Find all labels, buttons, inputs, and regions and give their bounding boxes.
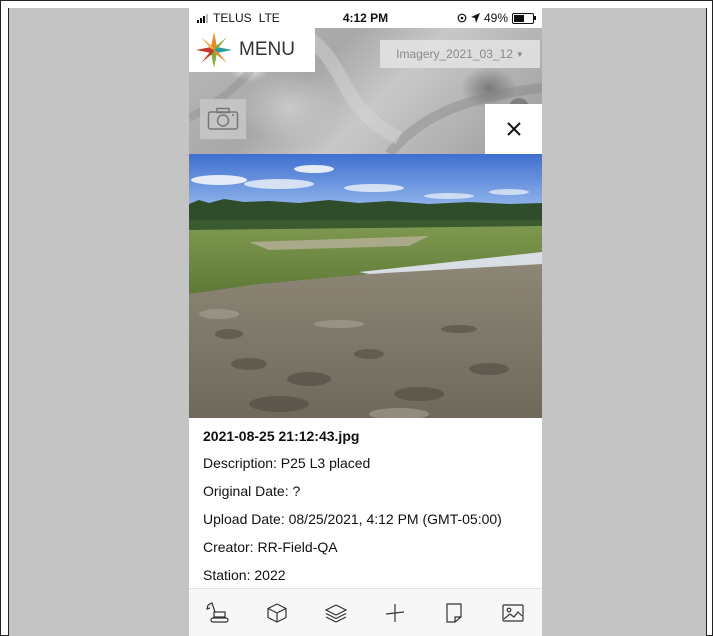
photo-original-date: Original Date: ? bbox=[203, 483, 301, 499]
photo-details: 2021-08-25 21:12:43.jpg Description: P25… bbox=[189, 418, 542, 588]
excavator-icon bbox=[206, 602, 230, 623]
site-photo[interactable] bbox=[189, 154, 542, 418]
toolbar-survey-button[interactable] bbox=[380, 598, 410, 628]
orientation-lock-icon bbox=[457, 13, 467, 23]
battery-percent: 49% bbox=[483, 11, 508, 25]
photo-image bbox=[189, 154, 542, 418]
menu-label: MENU bbox=[239, 39, 295, 60]
toolbar-layers-button[interactable] bbox=[321, 598, 351, 628]
photo-station: Station: 2022 bbox=[203, 567, 286, 583]
photo-description: Description: P25 L3 placed bbox=[203, 455, 371, 471]
camera-icon bbox=[207, 107, 239, 130]
status-bar: TELUS LTE 4:12 PM 49% bbox=[189, 8, 542, 28]
imagery-selector[interactable]: Imagery_2021_03_12 ▼ bbox=[380, 40, 540, 68]
photo-file-name: 2021-08-25 21:12:43.jpg bbox=[203, 428, 360, 444]
logo-icon bbox=[196, 32, 232, 68]
cube-icon bbox=[267, 603, 287, 623]
photo-creator: Creator: RR-Field-QA bbox=[203, 539, 338, 555]
close-button[interactable] bbox=[485, 104, 542, 154]
chevron-down-icon: ▼ bbox=[515, 49, 524, 59]
layers-icon bbox=[324, 604, 348, 623]
toolbar-equipment-button[interactable] bbox=[203, 598, 233, 628]
battery-icon bbox=[512, 12, 536, 24]
toolbar-photos-button[interactable] bbox=[498, 598, 528, 628]
toolbar-notes-button[interactable] bbox=[439, 598, 469, 628]
imagery-selected-value: Imagery_2021_03_12 bbox=[396, 47, 513, 61]
menu-button[interactable]: MENU bbox=[189, 28, 315, 72]
image-icon bbox=[501, 604, 524, 622]
crosshair-icon bbox=[385, 604, 404, 622]
bottom-toolbar bbox=[189, 588, 542, 636]
note-icon bbox=[446, 603, 462, 623]
close-icon bbox=[506, 122, 521, 136]
toolbar-3d-button[interactable] bbox=[262, 598, 292, 628]
photo-upload-date: Upload Date: 08/25/2021, 4:12 PM (GMT-05… bbox=[203, 511, 502, 527]
location-icon bbox=[470, 13, 480, 23]
status-right: 49% bbox=[457, 11, 536, 25]
camera-button[interactable] bbox=[200, 99, 246, 139]
phone-screen: TELUS LTE 4:12 PM 49% Imagery_2021_03_12… bbox=[189, 8, 542, 636]
